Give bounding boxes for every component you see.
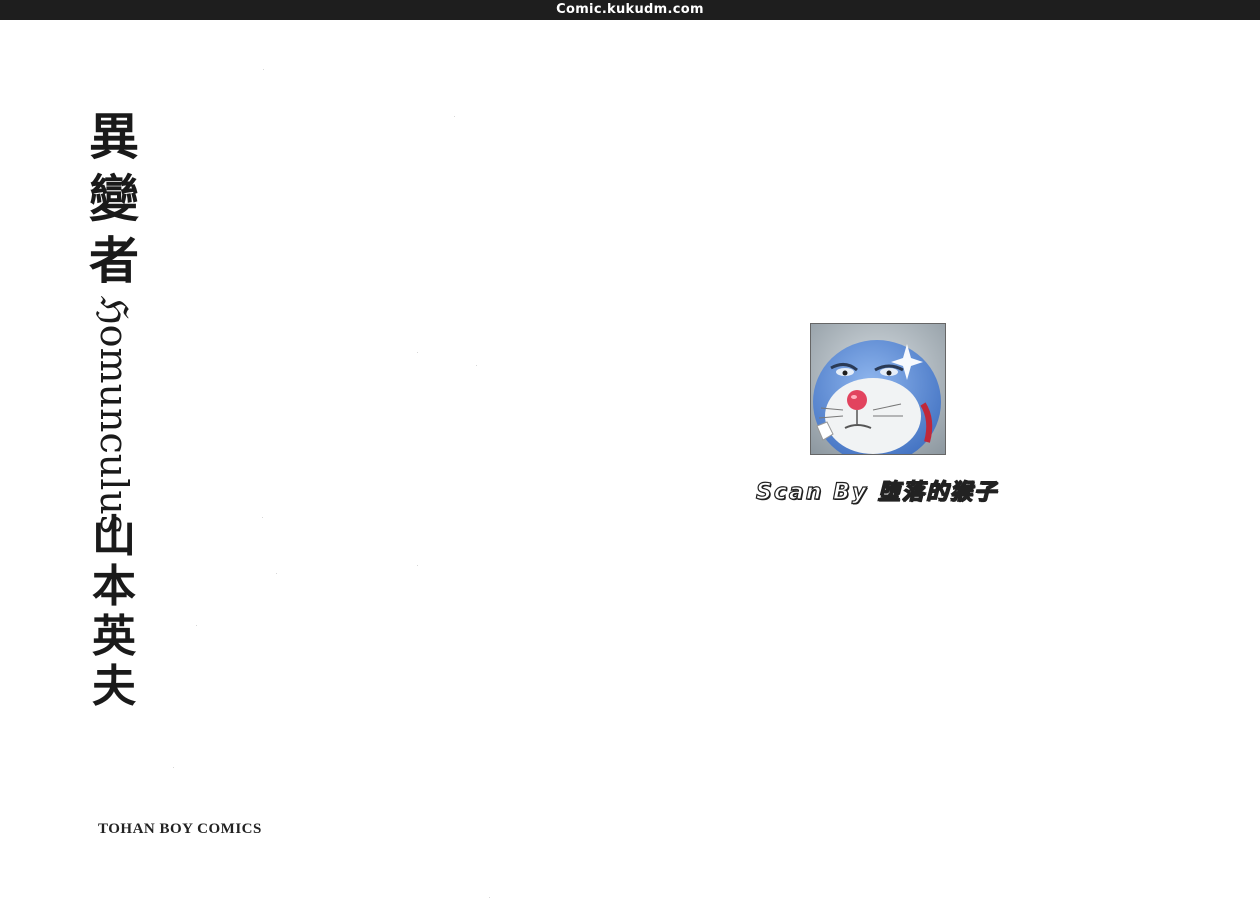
author-char-4: 夫 bbox=[92, 661, 136, 712]
scan-speck bbox=[262, 517, 263, 518]
scan-speck bbox=[417, 352, 418, 353]
site-label[interactable]: Comic.kukudm.com bbox=[556, 0, 704, 20]
title-char-1: 異 bbox=[89, 107, 139, 166]
title-char-3: 者 bbox=[89, 231, 139, 290]
scan-speck bbox=[263, 69, 264, 70]
title-latin: ℌomunculus bbox=[92, 296, 136, 535]
scan-speck bbox=[476, 365, 477, 366]
title-latin-wrap: ℌomunculus bbox=[86, 296, 142, 534]
site-banner: Comic.kukudm.com bbox=[0, 0, 1260, 20]
publisher-label: TOHAN BOY COMICS bbox=[98, 821, 262, 837]
vertical-title: 異 變 者 ℌomunculus bbox=[86, 106, 142, 534]
comic-page: Comic.kukudm.com 異 變 者 ℌomunculus 山 本 英 … bbox=[0, 0, 1260, 901]
scan-speck bbox=[454, 116, 455, 117]
author-char-1: 山 bbox=[92, 511, 136, 562]
scan-speck bbox=[489, 897, 490, 898]
scan-credit-text: Scan By 堕落的猴子 bbox=[755, 479, 998, 505]
author-name: 山 本 英 夫 bbox=[90, 512, 138, 712]
scan-speck bbox=[276, 573, 277, 574]
blue-cat-avatar-icon bbox=[810, 323, 946, 455]
scan-speck bbox=[196, 625, 197, 626]
author-char-2: 本 bbox=[92, 561, 136, 612]
scan-speck bbox=[417, 565, 418, 566]
author-char-3: 英 bbox=[92, 611, 136, 662]
scan-speck bbox=[173, 767, 174, 768]
title-char-2: 變 bbox=[89, 169, 139, 228]
avatar-illustration bbox=[811, 324, 945, 454]
